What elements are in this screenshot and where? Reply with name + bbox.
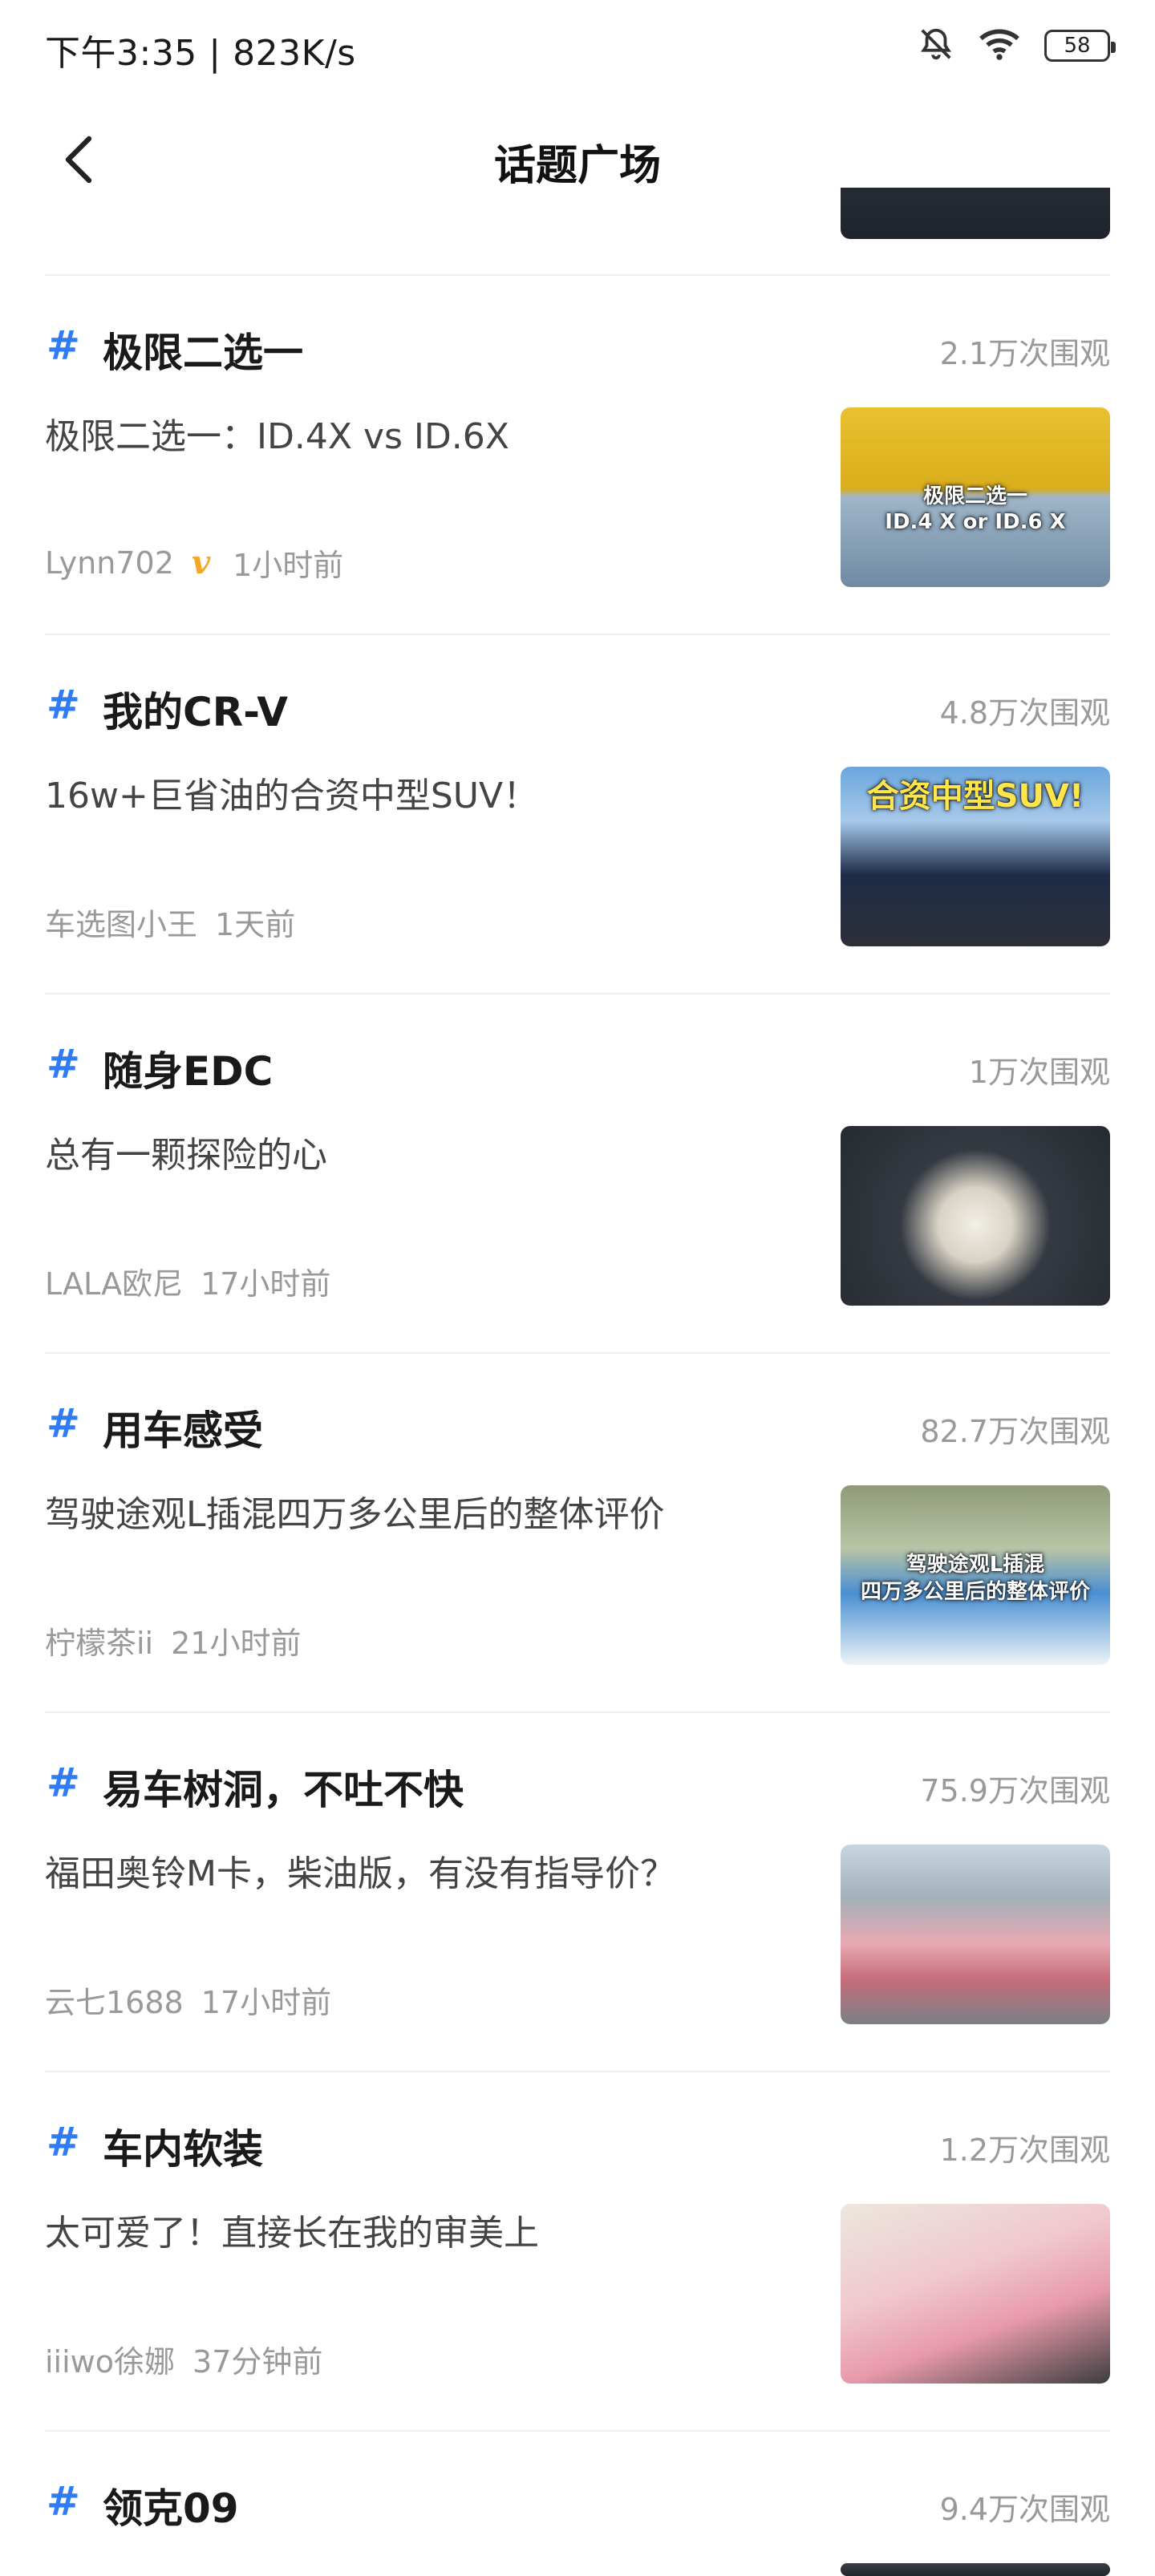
topic-meta: Lynn702 v 1小时前 xyxy=(45,541,343,585)
topic-item[interactable]: # 极限二选一 2.1万次围观 极限二选一：ID.4X vs ID.6X Lyn… xyxy=(45,276,1110,635)
hashtag-icon: # xyxy=(47,1760,80,1806)
topic-description[interactable]: 太可爱了！直接长在我的审美上 xyxy=(45,2204,815,2255)
topic-thumbnail[interactable] xyxy=(841,1845,1110,2024)
author-name[interactable]: 车选图小王 xyxy=(45,900,197,944)
topic-thumbnail[interactable] xyxy=(841,2563,1110,2576)
verified-badge-icon: v xyxy=(191,544,211,581)
partial-topic-item[interactable] xyxy=(45,188,1110,276)
topic-item[interactable]: # 用车感受 82.7万次围观 驾驶途观L插混四万多公里后的整体评价 柠檬茶ii… xyxy=(45,1354,1110,1713)
hashtag-icon: # xyxy=(47,682,80,728)
battery-icon: 58 xyxy=(1044,30,1116,62)
wifi-icon xyxy=(977,26,1022,66)
topic-name[interactable]: 领克09 xyxy=(103,2477,239,2534)
topic-thumbnail[interactable]: 合资中型SUV! xyxy=(841,767,1110,946)
topic-description[interactable]: 驾驶途观L插混四万多公里后的整体评价 xyxy=(45,1485,815,1537)
post-time: 1小时前 xyxy=(233,548,344,583)
author-name[interactable]: iiiwo徐娜 xyxy=(45,2337,175,2381)
topic-meta: iiiwo徐娜 37分钟前 xyxy=(45,2337,322,2381)
topic-header: # 随身EDC 1万次围观 xyxy=(45,1039,1110,1095)
view-count: 75.9万次围观 xyxy=(920,1773,1110,1808)
topic-name[interactable]: 易车树洞，不吐不快 xyxy=(103,1758,464,1816)
thumbnail-caption: 驾驶途观L插混 xyxy=(906,1553,1045,1577)
status-icons: 58 xyxy=(918,26,1116,66)
thumbnail-caption: 合资中型SUV! xyxy=(866,778,1084,815)
topic-thumbnail[interactable] xyxy=(841,188,1110,239)
thumbnail-caption: 四万多公里后的整体评价 xyxy=(860,1580,1090,1604)
post-time: 37分钟前 xyxy=(192,2344,323,2380)
hashtag-icon: # xyxy=(47,1400,80,1447)
topic-name[interactable]: 我的CR-V xyxy=(103,680,288,738)
author-name[interactable]: 柠檬茶ii xyxy=(45,1618,153,1663)
hashtag-icon: # xyxy=(47,2478,80,2525)
topic-item[interactable]: # 易车树洞，不吐不快 75.9万次围观 福田奥铃M卡，柴油版，有没有指导价？ … xyxy=(45,1713,1110,2072)
topic-header: # 易车树洞，不吐不快 75.9万次围观 xyxy=(45,1758,1110,1813)
view-count: 82.7万次围观 xyxy=(920,1414,1110,1449)
topic-item[interactable]: # 随身EDC 1万次围观 总有一颗探险的心 LALA欧尼 17小时前 xyxy=(45,994,1110,1354)
mute-bell-icon xyxy=(918,26,954,66)
topic-meta: 云七1688 17小时前 xyxy=(45,1978,331,2022)
topic-header: # 车内软装 1.2万次围观 xyxy=(45,2117,1110,2173)
topic-description[interactable]: 极限二选一：ID.4X vs ID.6X xyxy=(45,407,815,459)
view-count: 4.8万次围观 xyxy=(939,695,1110,731)
post-time: 1天前 xyxy=(215,907,296,942)
status-time: 下午3:35 | 823K/s xyxy=(45,33,356,74)
hashtag-icon: # xyxy=(47,322,80,369)
author-name[interactable]: LALA欧尼 xyxy=(45,1259,183,1303)
post-time: 17小时前 xyxy=(201,1985,332,2020)
thumbnail-caption: 极限二选一 xyxy=(922,484,1027,508)
topic-meta: 柠檬茶ii 21小时前 xyxy=(45,1618,301,1663)
hashtag-icon: # xyxy=(47,2119,80,2165)
topic-name[interactable]: 用车感受 xyxy=(103,1399,263,1456)
thumbnail-caption: ID.4 X or ID.6 X xyxy=(885,510,1066,534)
topic-meta: LALA欧尼 17小时前 xyxy=(45,1259,330,1303)
topic-name[interactable]: 极限二选一 xyxy=(103,321,303,379)
topic-header: # 我的CR-V 4.8万次围观 xyxy=(45,680,1110,735)
author-name[interactable]: Lynn702 xyxy=(45,545,174,581)
topic-header: # 领克09 9.4万次围观 xyxy=(45,2477,1110,2532)
view-count: 1万次围观 xyxy=(968,1055,1110,1090)
topic-item[interactable]: # 领克09 9.4万次围观 xyxy=(45,2432,1110,2576)
hashtag-icon: # xyxy=(47,1041,80,1088)
author-name[interactable]: 云七1688 xyxy=(45,1978,184,2022)
topic-name[interactable]: 车内软装 xyxy=(103,2117,263,2175)
topic-header: # 极限二选一 2.1万次围观 xyxy=(45,321,1110,376)
view-count: 9.4万次围观 xyxy=(939,2492,1110,2527)
topic-thumbnail[interactable]: 驾驶途观L插混 四万多公里后的整体评价 xyxy=(841,1485,1110,1665)
topic-description[interactable]: 福田奥铃M卡，柴油版，有没有指导价？ xyxy=(45,1845,815,1896)
topic-meta: 车选图小王 1天前 xyxy=(45,900,295,944)
post-time: 21小时前 xyxy=(171,1626,302,1661)
view-count: 1.2万次围观 xyxy=(939,2132,1110,2168)
page-title: 话题广场 xyxy=(493,142,661,190)
post-time: 17小时前 xyxy=(201,1266,331,1302)
topic-thumbnail[interactable] xyxy=(841,2204,1110,2384)
status-bar: 下午3:35 | 823K/s 58 xyxy=(0,0,1155,99)
topic-name[interactable]: 随身EDC xyxy=(103,1039,273,1097)
topic-thumbnail[interactable]: 极限二选一 ID.4 X or ID.6 X xyxy=(841,407,1110,587)
view-count: 2.1万次围观 xyxy=(939,336,1110,371)
topic-description[interactable]: 总有一颗探险的心 xyxy=(45,1126,815,1177)
topic-header: # 用车感受 82.7万次围观 xyxy=(45,1399,1110,1454)
topic-item[interactable]: # 车内软装 1.2万次围观 太可爱了！直接长在我的审美上 iiiwo徐娜 37… xyxy=(45,2072,1110,2432)
topic-feed[interactable]: # 极限二选一 2.1万次围观 极限二选一：ID.4X vs ID.6X Lyn… xyxy=(45,188,1110,2576)
topic-thumbnail[interactable] xyxy=(841,1126,1110,1306)
topic-description[interactable]: 16w+巨省油的合资中型SUV！ xyxy=(45,767,815,818)
topic-item[interactable]: # 我的CR-V 4.8万次围观 16w+巨省油的合资中型SUV！ 车选图小王 … xyxy=(45,635,1110,994)
